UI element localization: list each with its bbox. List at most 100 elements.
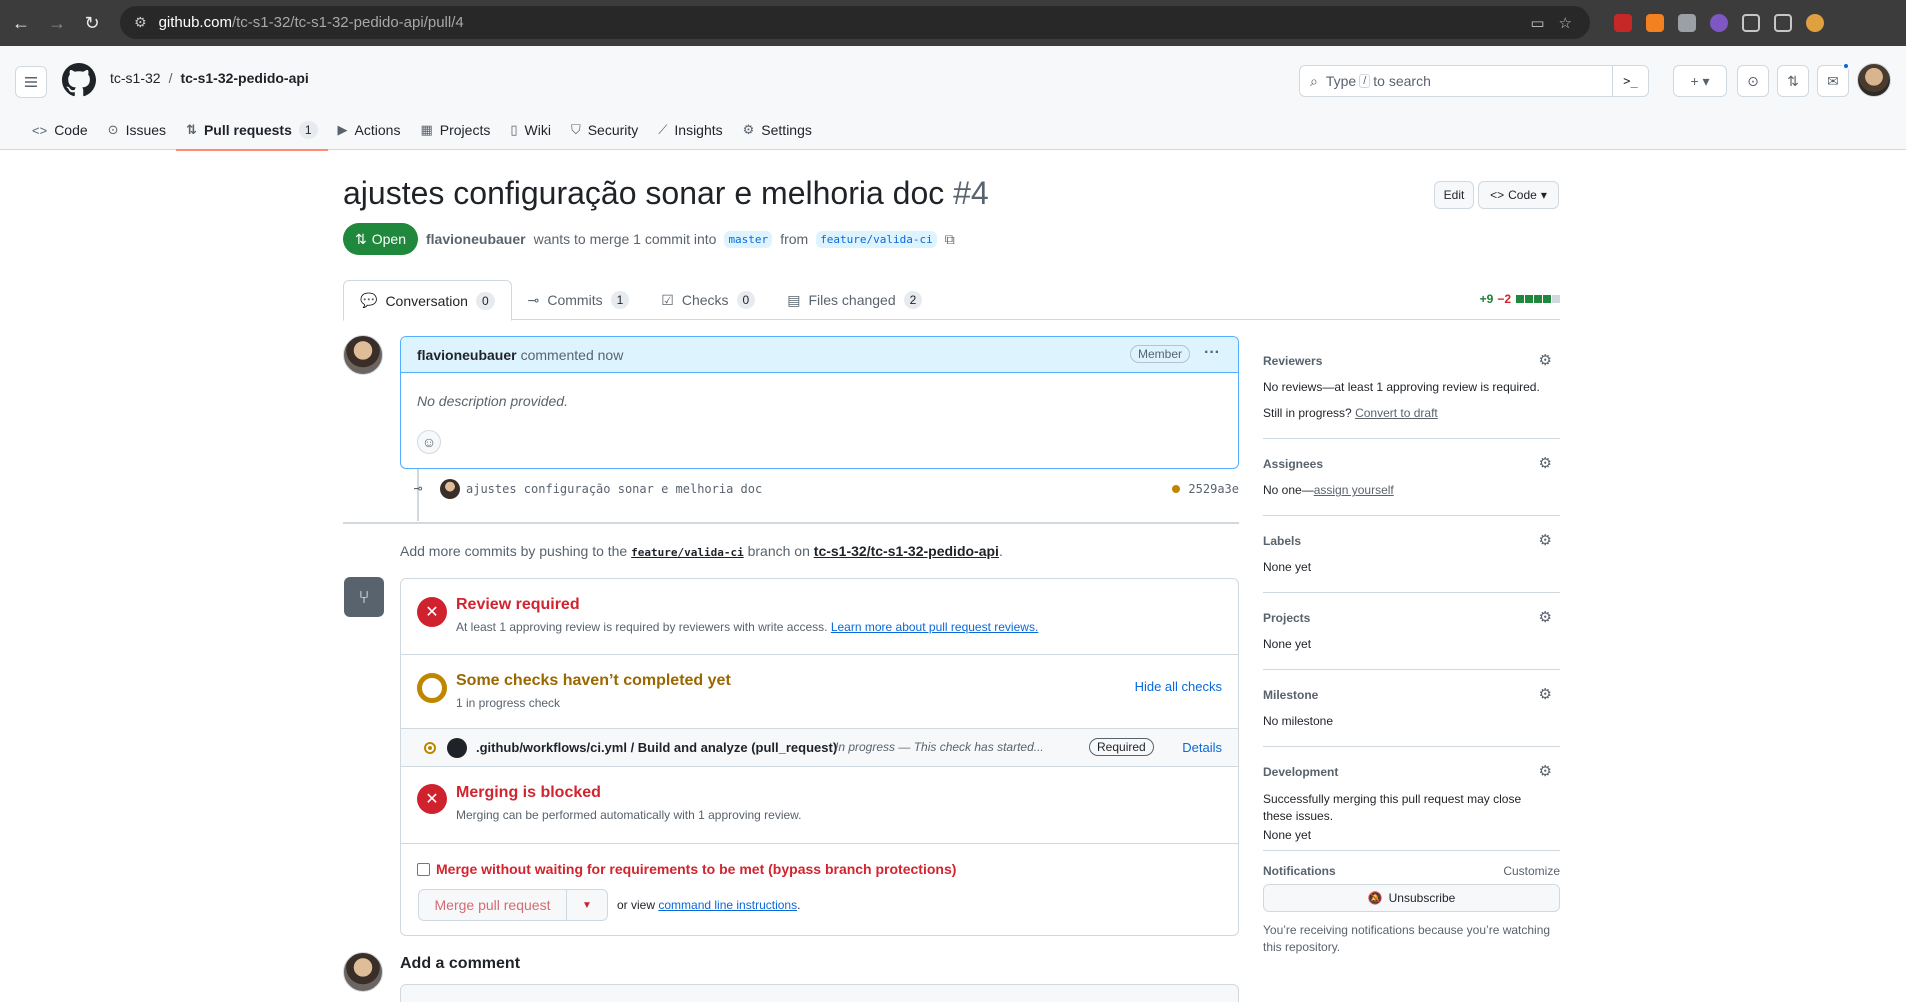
bookmark-star-icon[interactable]: ☆ (1559, 14, 1572, 32)
code-button[interactable]: <> Code ▾ (1478, 181, 1559, 209)
review-title: Review required (456, 596, 580, 613)
extension-orange-icon[interactable] (1646, 14, 1664, 32)
commit-message[interactable]: ajustes configuração sonar e melhoria do… (466, 482, 762, 496)
convert-to-draft-link[interactable]: Convert to draft (1355, 406, 1438, 420)
pr-meta: ⇅ Open flavioneubauer wants to merge 1 co… (343, 223, 955, 255)
merge-pull-request-button[interactable]: Merge pull request (418, 889, 567, 921)
profile-avatar-icon[interactable] (1806, 14, 1824, 32)
labels-heading[interactable]: Labels (1263, 534, 1301, 548)
assign-yourself-link[interactable]: assign yourself (1314, 483, 1394, 497)
push-hint-branch[interactable]: feature/valida-ci (631, 546, 744, 559)
breadcrumb-owner[interactable]: tc-s1-32 (110, 70, 161, 86)
smiley-icon[interactable]: ☺ (417, 430, 441, 454)
customize-link[interactable]: Customize (1503, 864, 1560, 878)
extension-shield-icon[interactable] (1678, 14, 1696, 32)
gear-icon[interactable]: ⚙ (1539, 454, 1552, 472)
tab-label: Checks (681, 292, 729, 308)
tab-label: Conversation (385, 292, 468, 309)
commit-sha-text[interactable]: 2529a3e (1188, 482, 1239, 496)
tab-security[interactable]: ⛉ Security (561, 110, 648, 150)
gear-icon[interactable]: ⚙ (1539, 685, 1552, 703)
edit-button[interactable]: Edit (1434, 181, 1474, 209)
install-app-icon[interactable]: ▭ (1530, 14, 1544, 32)
tab-issues[interactable]: ⊙ Issues (98, 110, 176, 150)
tab-code[interactable]: <> Code (22, 110, 98, 150)
diffstat-block (1543, 295, 1551, 303)
merge-text: wants to merge 1 commit into (533, 231, 717, 247)
avatar[interactable] (343, 952, 383, 992)
tab-wiki[interactable]: ▯ Wiki (500, 110, 561, 150)
gear-icon[interactable]: ⚙ (1539, 762, 1552, 780)
merge-method-dropdown[interactable]: ▼ (567, 889, 608, 921)
browser-toolbar: ← → ↻ ⚙ github.com/tc-s1-32/tc-s1-32-ped… (0, 0, 1906, 46)
tab-pull-requests[interactable]: ⇅ Pull requests 1 (176, 110, 328, 151)
pr-author[interactable]: flavioneubauer (426, 231, 526, 247)
tab-settings[interactable]: ⚙ Settings (733, 110, 822, 150)
hide-checks-button[interactable]: Hide all checks (1135, 679, 1222, 694)
in-progress-icon (424, 742, 436, 754)
issues-icon[interactable]: ⊙ (1737, 65, 1769, 97)
tab-conversation[interactable]: 💬 Conversation 0 (343, 280, 512, 321)
create-new-button[interactable]: + ▾ (1673, 65, 1727, 97)
tab-label: Pull requests (203, 122, 292, 138)
comment-timestamp[interactable]: commented now (521, 347, 624, 363)
or-view-text: or view command line instructions. (617, 898, 800, 912)
github-logo-icon[interactable] (62, 63, 96, 97)
tab-projects[interactable]: ▦ Projects (410, 110, 500, 150)
reviewers-heading[interactable]: Reviewers (1263, 354, 1322, 368)
comment-editor[interactable] (400, 984, 1239, 1002)
commit-sha: 2529a3e (1172, 482, 1239, 496)
command-palette-icon[interactable]: >_ (1612, 66, 1648, 96)
checklist-icon: ☑ (661, 291, 674, 308)
assignees-heading[interactable]: Assignees (1263, 457, 1323, 471)
development-heading[interactable]: Development (1263, 765, 1338, 779)
site-info-icon[interactable]: ⚙ (134, 14, 147, 31)
reload-icon[interactable]: ↻ (74, 5, 110, 41)
address-bar[interactable]: ⚙ github.com/tc-s1-32/tc-s1-32-pedido-ap… (120, 6, 1590, 39)
push-hint-repo[interactable]: tc-s1-32/tc-s1-32-pedido-api (814, 543, 999, 559)
projects-heading[interactable]: Projects (1263, 611, 1310, 625)
gear-icon[interactable]: ⚙ (1539, 351, 1552, 369)
labels-text: None yet (1263, 560, 1312, 574)
checkbox[interactable] (417, 862, 430, 876)
copy-icon[interactable]: ⧉ (945, 231, 955, 248)
learn-more-link[interactable]: Learn more about pull request reviews. (831, 620, 1038, 634)
search-input[interactable]: ⌕ Type / to search >_ (1299, 65, 1649, 97)
pending-status-icon[interactable] (1172, 485, 1181, 493)
comment-author[interactable]: flavioneubauer (417, 347, 517, 363)
breadcrumb-repo[interactable]: tc-s1-32-pedido-api (180, 70, 308, 86)
extensions-puzzle-icon[interactable] (1742, 14, 1760, 32)
forward-icon[interactable]: → (39, 5, 75, 41)
gear-icon[interactable]: ⚙ (1539, 608, 1552, 626)
push-hint-prefix: Add more commits by pushing to the (400, 543, 628, 559)
sidebar-milestone: Milestone ⚙ No milestone (1263, 670, 1560, 747)
side-panel-icon[interactable] (1774, 14, 1792, 32)
commit-avatar[interactable] (440, 479, 460, 499)
tab-actions[interactable]: ▶ Actions (328, 110, 411, 150)
menu-icon[interactable] (15, 66, 47, 98)
tab-counter: 1 (610, 291, 630, 309)
bypass-checkbox[interactable]: Merge without waiting for requirements t… (417, 861, 956, 877)
gear-icon[interactable]: ⚙ (1539, 531, 1552, 549)
tab-commits[interactable]: ⊸ Commits 1 (512, 280, 646, 320)
sidebar-projects: Projects ⚙ None yet (1263, 593, 1560, 670)
user-avatar[interactable] (1857, 63, 1891, 97)
tab-insights[interactable]: ⟋ Insights (648, 110, 732, 150)
details-link[interactable]: Details (1182, 740, 1222, 755)
unsubscribe-button[interactable]: 🔕 Unsubscribe (1263, 884, 1560, 912)
avatar[interactable] (343, 335, 383, 375)
extension-red-icon[interactable] (1614, 14, 1632, 32)
back-icon[interactable]: ← (3, 5, 39, 41)
head-branch[interactable]: feature/valida-ci (816, 230, 937, 248)
tab-files-changed[interactable]: ▤ Files changed 2 (771, 280, 938, 320)
diffstat-block (1534, 295, 1542, 303)
kebab-menu-icon[interactable]: ··· (1204, 344, 1220, 362)
command-line-link[interactable]: command line instructions (658, 898, 797, 912)
tab-checks[interactable]: ☑ Checks 0 (645, 280, 771, 320)
code-icon: <> (1490, 188, 1505, 202)
extension-purple-icon[interactable] (1710, 14, 1728, 32)
pull-requests-icon[interactable]: ⇅ (1777, 65, 1809, 97)
milestone-heading[interactable]: Milestone (1263, 688, 1318, 702)
base-branch[interactable]: master (724, 230, 773, 248)
notification-indicator (1842, 62, 1850, 70)
